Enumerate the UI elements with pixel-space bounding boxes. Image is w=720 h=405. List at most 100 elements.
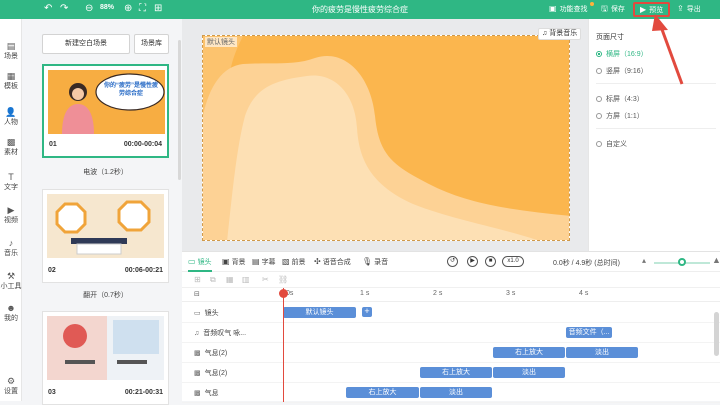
clip-fade-out[interactable]: 淡出 <box>420 387 492 398</box>
background-music-label: 背景音乐 <box>549 30 578 37</box>
timeline-zoom-knob[interactable] <box>678 258 686 266</box>
background-icon: ▣ <box>222 257 230 266</box>
speed-button[interactable]: x1.0 <box>502 256 524 267</box>
nav-settings[interactable]: ⚙ 设置 <box>0 376 22 396</box>
save-label: 保存 <box>610 6 625 13</box>
transition-label-01[interactable]: 电波（1.2秒） <box>42 167 169 177</box>
ruler-tick: 4 s <box>579 290 589 297</box>
track-label-text: 气息(2) <box>204 350 228 357</box>
scene-card-01[interactable]: 你的“疲劳”是慢性疲劳综合症 01 00:00-00:04 <box>42 64 169 158</box>
page-size-heading: 页面尺寸 <box>596 34 624 41</box>
radio-icon <box>596 68 602 74</box>
rewind-icon[interactable]: ↺ <box>447 256 458 267</box>
music-icon: ♪ <box>8 238 14 248</box>
time-readout: 0.0秒 / 4.9秒 (总时间) <box>553 258 620 268</box>
nav-mine[interactable]: ☻ 我的 <box>0 303 22 323</box>
play-icon[interactable]: ▶ <box>467 256 478 267</box>
preview-label: 预览 <box>649 7 664 14</box>
tool-record[interactable]: 🎙 录音 <box>362 257 388 267</box>
track-label[interactable]: ▩ 气息(2) <box>194 348 227 358</box>
clip-audio-file[interactable]: 音频文件（... <box>566 327 612 338</box>
feature-guide-icon: ▣ <box>549 4 557 13</box>
track-image-3: ▩ 气息 右上放大 淡出 <box>182 383 720 403</box>
add-camera-icon[interactable]: + <box>362 307 372 317</box>
nav-template-label: 模板 <box>4 83 18 90</box>
delete-icon[interactable]: ▥ <box>242 275 250 284</box>
tool-label: 字幕 <box>261 259 276 266</box>
export-icon: ⇪ <box>677 4 684 13</box>
nav-text[interactable]: T 文字 <box>0 172 22 192</box>
clip-zoom-in[interactable]: 右上放大 <box>346 387 419 398</box>
nav-tools[interactable]: ⚒ 小工具 <box>0 271 22 291</box>
zoom-out-mountain-icon[interactable]: ▴ <box>642 256 646 265</box>
nav-text-label: 文字 <box>4 184 18 191</box>
scene-time: 00:21-00:31 <box>124 389 163 396</box>
preview-button[interactable]: ▶ 预览 <box>633 2 671 17</box>
zoom-in-mountain-icon[interactable]: ▲ <box>712 255 720 265</box>
tool-background[interactable]: ▣ 背景 <box>222 257 246 267</box>
transition-label-02[interactable]: 翻开（0.7秒） <box>42 290 169 300</box>
feature-guide-button[interactable]: ▣ 功能查找 <box>549 3 588 16</box>
track-label[interactable]: ▩ 气息 <box>194 388 219 398</box>
tool-foreground[interactable]: ▧ 前景 <box>282 257 306 267</box>
nav-material[interactable]: ▩ 素材 <box>0 137 22 157</box>
clip-zoom-in[interactable]: 右上放大 <box>420 367 492 378</box>
timeline-toolbar: ▭ 镜头 ▣ 背景 ▤ 字幕 ▧ 前景 ✣ 语音合成 🎙 录音 ↺ ▶ ■ x1.0 0.0… <box>182 252 720 272</box>
tools-icon: ⚒ <box>6 271 16 281</box>
nav-template[interactable]: ▦ 模板 <box>0 71 22 91</box>
scene-01-illustration <box>48 70 165 134</box>
stage-canvas[interactable]: 默认镜头 <box>202 35 570 241</box>
tool-subtitle[interactable]: ▤ 字幕 <box>252 257 276 267</box>
stop-icon[interactable]: ■ <box>485 256 496 267</box>
lock-icon[interactable]: ⊟ <box>194 290 200 298</box>
time-ruler[interactable]: ⊟ 0s 1 s 2 s 3 s 4 s <box>182 288 720 302</box>
track-label[interactable]: ♫ 音频叹气 咏... <box>194 328 246 338</box>
template-icon: ▦ <box>6 71 16 81</box>
nav-person[interactable]: 👤 人物 <box>0 107 22 127</box>
page-size-panel: 页面尺寸 横屏（16:9） 竖屏（9:16） 标屏（4:3） 方屏（1:1） 自… <box>588 19 720 251</box>
image-icon: ▩ <box>194 350 201 357</box>
tool-camera[interactable]: ▭ 镜头 <box>188 257 212 272</box>
scene-02-illustration <box>47 194 164 258</box>
playhead[interactable] <box>283 288 284 402</box>
nav-mine-label: 我的 <box>4 315 18 322</box>
track-camera: ▭ 镜头 默认镜头 + <box>182 303 720 323</box>
background-music-button[interactable]: ♫ 背景音乐 <box>538 28 582 40</box>
nav-music[interactable]: ♪ 音乐 <box>0 238 22 258</box>
cut-icon[interactable]: ✂ <box>262 275 269 284</box>
scene-03-illustration <box>47 316 164 380</box>
size-option-portrait[interactable]: 竖屏（9:16） <box>596 66 648 76</box>
clip-fade-out[interactable]: 淡出 <box>493 367 565 378</box>
size-option-square[interactable]: 方屏（1:1） <box>596 111 644 121</box>
clip-default-camera[interactable]: 默认镜头 <box>283 307 356 318</box>
scene-card-02[interactable]: 02 00:06-00:21 <box>42 189 169 283</box>
playhead-handle[interactable] <box>279 289 288 298</box>
size-option-landscape[interactable]: 横屏（16:9） <box>596 49 648 59</box>
save-button[interactable]: 🖫 保存 <box>601 3 625 16</box>
clip-zoom-in[interactable]: 右上放大 <box>493 347 565 358</box>
track-label[interactable]: ▭ 镜头 <box>194 308 219 318</box>
export-label: 导出 <box>686 6 701 13</box>
scenes-scrollbar[interactable] <box>178 40 181 180</box>
time-readout-value: 0.0秒 / 4.9秒 <box>553 260 593 267</box>
track-audio: ♫ 音频叹气 咏... 音频文件（... <box>182 323 720 343</box>
size-option-custom[interactable]: 自定义 <box>596 139 627 149</box>
scene-library-button[interactable]: 场景库 <box>134 34 169 54</box>
nav-video[interactable]: ▶ 视频 <box>0 205 22 225</box>
scene-card-03[interactable]: 03 00:21-00:31 <box>42 311 169 405</box>
subtitle-icon: ▤ <box>252 257 260 266</box>
split-icon[interactable]: ⊞ <box>194 275 201 284</box>
link-icon[interactable]: ⛓ <box>278 275 288 284</box>
nav-scene[interactable]: ▤ 场景 <box>0 41 22 61</box>
timeline-scrollbar[interactable] <box>714 312 719 356</box>
copy-icon[interactable]: ⧉ <box>210 275 216 285</box>
track-label[interactable]: ▩ 气息(2) <box>194 368 227 378</box>
clip-fade-out[interactable]: 淡出 <box>566 347 638 358</box>
paste-icon[interactable]: ▦ <box>226 275 234 284</box>
size-option-standard[interactable]: 标屏（4:3） <box>596 94 644 104</box>
export-button[interactable]: ⇪ 导出 <box>677 3 701 16</box>
new-blank-scene-button[interactable]: 新建空白场景 <box>42 34 130 54</box>
nav-scene-label: 场景 <box>4 53 18 60</box>
image-icon: ▩ <box>194 370 201 377</box>
tool-tts[interactable]: ✣ 语音合成 <box>314 257 351 267</box>
